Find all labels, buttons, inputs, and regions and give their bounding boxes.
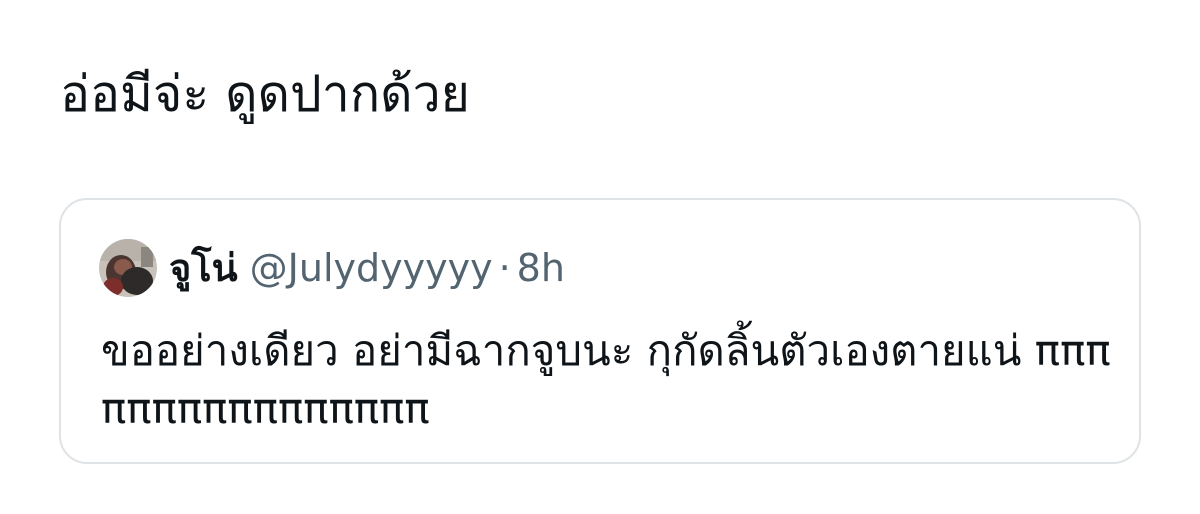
quoted-tweet-card[interactable]: จูโน่ @Julydyyyyy · 8h ขออย่างเดียว อย่า… <box>59 198 1141 464</box>
author-handle[interactable]: @Julydyyyyy <box>250 249 493 287</box>
quoted-tweet-text: ขออย่างเดียว อย่ามีฉากจูบนะ กุกัดลิ้นตัว… <box>101 326 1111 433</box>
author-display-name[interactable]: จูโน่ <box>169 249 238 287</box>
tweet-text: อ่อมีจ่ะ ดูดปากด้วย <box>60 65 470 123</box>
quoted-tweet-header: จูโน่ @Julydyyyyy · 8h <box>99 238 565 298</box>
meta-separator: · <box>498 246 511 290</box>
avatar[interactable] <box>99 239 157 297</box>
profile-avatar-icon <box>99 239 157 297</box>
tweet-timestamp[interactable]: 8h <box>517 249 565 287</box>
